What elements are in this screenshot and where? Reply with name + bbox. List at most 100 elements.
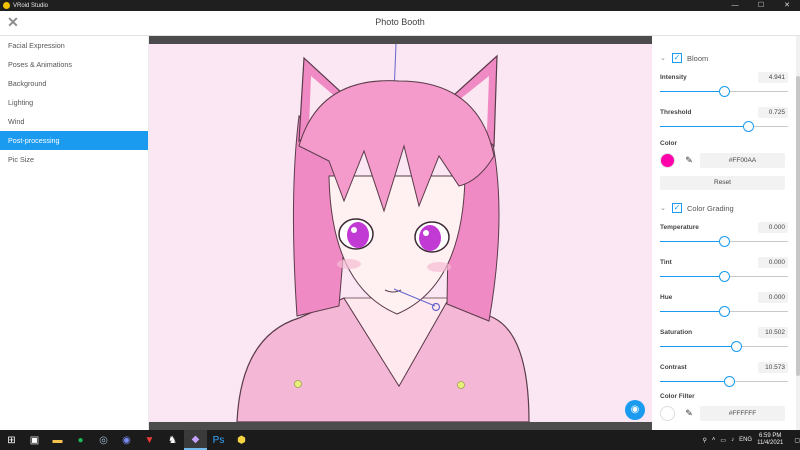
panel-scrollbar-thumb[interactable]	[796, 76, 800, 376]
temperature-slider[interactable]: Temperature 0.000	[660, 222, 788, 254]
camera-icon[interactable]: ◉	[625, 400, 645, 420]
slider-thumb[interactable]	[724, 376, 735, 387]
menu-item-facial-expression[interactable]: Facial Expression	[0, 36, 148, 55]
blush-right	[427, 262, 451, 272]
slider-fill	[660, 276, 724, 277]
clock-date: 11/4/2021	[757, 440, 784, 446]
bloom-label: Bloom	[687, 53, 709, 63]
volume-icon[interactable]: ♪	[731, 437, 734, 443]
window-title: VRoid Studio	[13, 2, 49, 9]
chevron-up-icon[interactable]: ˄	[712, 437, 716, 443]
color-filter-row: Color Filter ✎ #FFFFFF	[660, 393, 788, 430]
page-title: Photo Booth	[375, 17, 425, 27]
character-render	[236, 43, 530, 423]
menu-item-lighting[interactable]: Lighting	[0, 93, 148, 112]
slider-thumb[interactable]	[719, 236, 730, 247]
maximize-button[interactable]: ☐	[748, 0, 774, 11]
slider-thumb[interactable]	[719, 271, 730, 282]
saturation-slider[interactable]: Saturation 10.502	[660, 327, 788, 359]
app-header: ✕ Photo Booth	[0, 11, 800, 36]
photoshop-icon[interactable]: Ps	[207, 430, 230, 450]
slider-fill	[660, 311, 724, 312]
intensity-slider[interactable]: Intensity 4.941	[660, 72, 788, 104]
store-icon[interactable]: ▣	[23, 430, 46, 450]
person-icon[interactable]: ⚲	[702, 437, 706, 444]
windows-start-icon[interactable]: ⊞	[0, 430, 23, 450]
tint-slider[interactable]: Tint 0.000	[660, 257, 788, 289]
color-grading-section-header[interactable]: ⌄ ✓ Color Grading	[660, 201, 734, 215]
contrast-slider[interactable]: Contrast 10.573	[660, 362, 788, 394]
discord-icon[interactable]: ◉	[115, 430, 138, 450]
color-filter-swatch[interactable]	[660, 406, 675, 421]
menu-item-poses-animations[interactable]: Poses & Animations	[0, 55, 148, 74]
menu-item-post-processing[interactable]: Post-processing	[0, 131, 148, 150]
color-filter-label: Color Filter	[660, 393, 695, 400]
color-filter-hex-field[interactable]: #FFFFFF	[700, 406, 785, 421]
game-icon[interactable]: ♞	[161, 430, 184, 450]
vivaldi-icon[interactable]: ▼	[138, 430, 161, 450]
menu-item-wind[interactable]: Wind	[0, 112, 148, 131]
left-menu: Facial Expression Poses & Animations Bac…	[0, 36, 149, 430]
clock-time: 6:59 PM	[759, 433, 782, 439]
photo-viewport[interactable]: ◉	[149, 36, 652, 430]
intensity-label: Intensity	[660, 74, 687, 81]
threshold-value[interactable]: 0.725	[758, 107, 788, 118]
color-swatch[interactable]	[660, 153, 675, 168]
temperature-value[interactable]: 0.000	[758, 222, 788, 233]
slider-thumb[interactable]	[719, 86, 730, 97]
language-indicator[interactable]: ENG	[739, 437, 752, 443]
eye-highlight-right	[423, 230, 429, 236]
spotify-icon[interactable]: ●	[69, 430, 92, 450]
contrast-value[interactable]: 10.573	[758, 362, 788, 373]
steam-icon[interactable]: ◎	[92, 430, 115, 450]
menu-item-pic-size[interactable]: Pic Size	[0, 150, 148, 169]
app-yellow-icon[interactable]: ⬢	[230, 430, 253, 450]
bloom-color-row: Color ✎ #FF00AA	[660, 140, 788, 180]
eye-highlight-left	[351, 227, 357, 233]
tint-label: Tint	[660, 259, 672, 266]
notification-icon[interactable]: ▢	[794, 437, 800, 444]
hue-label: Hue	[660, 294, 673, 301]
hue-slider[interactable]: Hue 0.000	[660, 292, 788, 324]
slider-thumb[interactable]	[719, 306, 730, 317]
post-processing-panel: ⌄ ✓ Bloom Intensity 4.941 Threshold 0.72…	[652, 36, 800, 430]
close-window-button[interactable]: ✕	[774, 0, 800, 11]
eyedropper-icon[interactable]: ✎	[683, 154, 695, 166]
hue-value[interactable]: 0.000	[758, 292, 788, 303]
intensity-value[interactable]: 4.941	[758, 72, 788, 83]
eyedropper-icon[interactable]: ✎	[683, 407, 695, 419]
iris-right	[419, 225, 441, 251]
vroid-icon[interactable]: ◆	[184, 430, 207, 450]
viewport-bottom-bar	[149, 422, 652, 430]
window-controls: — ☐ ✕	[722, 0, 800, 11]
slider-thumb[interactable]	[731, 341, 742, 352]
hoodie-string-left	[294, 380, 302, 388]
chevron-down-icon[interactable]: ⌄	[660, 54, 672, 62]
network-icon[interactable]: ▭	[720, 437, 726, 444]
taskbar-clock[interactable]: 6:59 PM 11/4/2021	[757, 433, 783, 447]
contrast-label: Contrast	[660, 364, 687, 371]
color-label: Color	[660, 140, 677, 147]
slider-thumb[interactable]	[743, 121, 754, 132]
saturation-value[interactable]: 10.502	[758, 327, 788, 338]
bloom-checkbox[interactable]: ✓	[672, 53, 682, 63]
iris-left	[347, 222, 369, 248]
vroid-app-icon	[3, 2, 10, 9]
slider-fill	[660, 381, 729, 382]
slider-fill	[660, 241, 724, 242]
slider-fill	[660, 346, 736, 347]
color-grading-checkbox[interactable]: ✓	[672, 203, 682, 213]
minimize-button[interactable]: —	[722, 0, 748, 11]
menu-item-background[interactable]: Background	[0, 74, 148, 93]
system-tray: ⚲ ˄ ▭ ♪ ENG 6:59 PM 11/4/2021 ▢	[697, 430, 800, 450]
color-hex-field[interactable]: #FF00AA	[700, 153, 785, 168]
threshold-slider[interactable]: Threshold 0.725	[660, 107, 788, 139]
bloom-section-header[interactable]: ⌄ ✓ Bloom	[660, 51, 708, 65]
file-explorer-icon[interactable]: ▬	[46, 430, 69, 450]
saturation-label: Saturation	[660, 329, 693, 336]
reset-button[interactable]: Reset	[660, 176, 785, 190]
tint-value[interactable]: 0.000	[758, 257, 788, 268]
slider-fill	[660, 91, 724, 92]
chevron-down-icon[interactable]: ⌄	[660, 204, 672, 212]
os-title-bar: VRoid Studio — ☐ ✕	[0, 0, 800, 11]
